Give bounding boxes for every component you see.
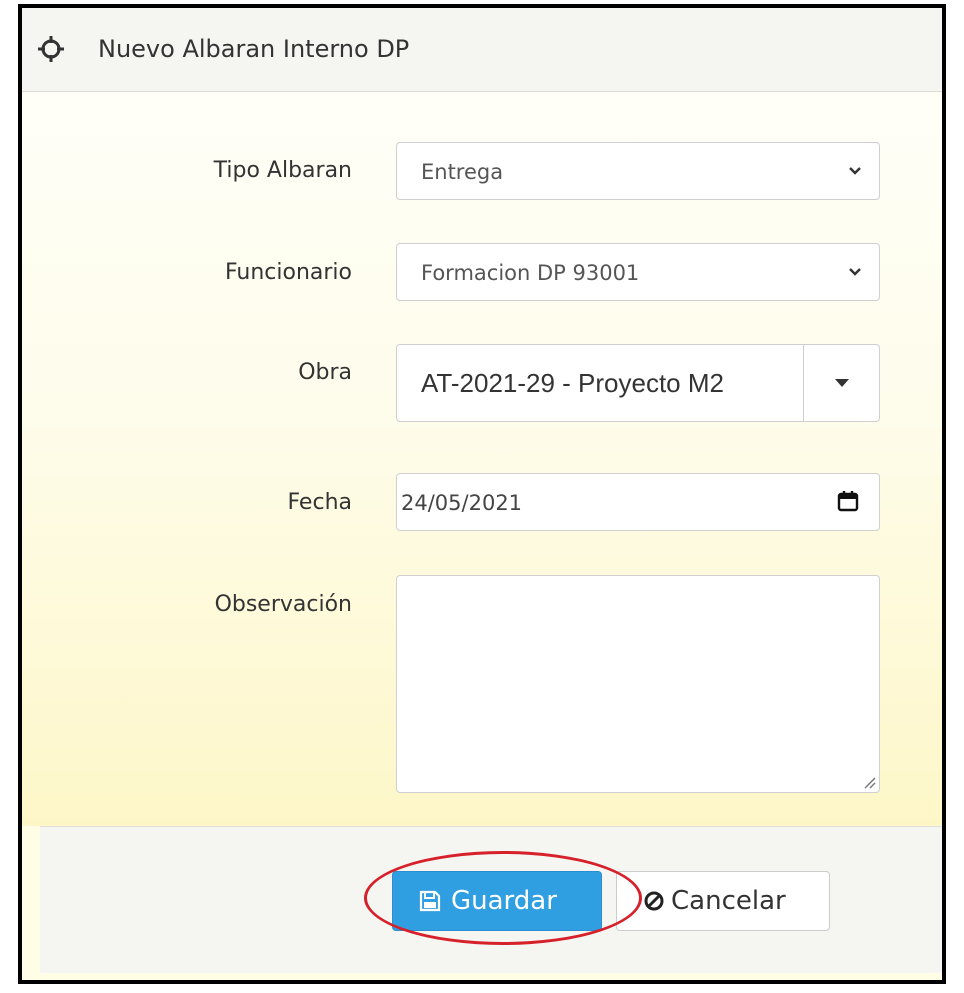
cancel-label: Cancelar bbox=[671, 886, 786, 916]
tipo-albaran-select[interactable]: Entrega bbox=[396, 142, 880, 200]
dialog-footer: Guardar Cancelar bbox=[40, 826, 942, 973]
fecha-value: 24/05/2021 bbox=[401, 491, 523, 515]
crosshairs-icon bbox=[38, 36, 64, 62]
caret-down-icon[interactable] bbox=[835, 379, 849, 387]
calendar-icon[interactable] bbox=[837, 490, 859, 512]
cancel-button[interactable]: Cancelar bbox=[616, 871, 830, 931]
resize-grip-icon[interactable] bbox=[862, 775, 876, 789]
dialog-header: Nuevo Albaran Interno DP bbox=[22, 8, 942, 92]
observacion-label: Observación bbox=[214, 592, 352, 617]
fecha-date-input[interactable]: 24/05/2021 bbox=[396, 473, 880, 531]
chevron-down-icon bbox=[849, 268, 861, 276]
funcionario-value: Formacion DP 93001 bbox=[421, 261, 640, 285]
tipo-albaran-value: Entrega bbox=[421, 160, 504, 184]
ban-icon bbox=[644, 891, 664, 911]
obra-divider bbox=[803, 345, 804, 421]
observacion-textarea[interactable] bbox=[396, 575, 880, 793]
tipo-albaran-label: Tipo Albaran bbox=[213, 158, 352, 183]
save-label: Guardar bbox=[451, 886, 557, 916]
obra-dropdown[interactable]: AT-2021-29 - Proyecto M2 bbox=[396, 344, 880, 422]
dialog-window: Nuevo Albaran Interno DP Tipo Albaran En… bbox=[18, 4, 946, 984]
form-body: Tipo Albaran Entrega Funcionario Formaci… bbox=[22, 92, 942, 826]
fecha-label: Fecha bbox=[287, 490, 352, 515]
chevron-down-icon bbox=[849, 167, 861, 175]
obra-value: AT-2021-29 - Proyecto M2 bbox=[421, 368, 724, 398]
funcionario-label: Funcionario bbox=[224, 260, 352, 285]
save-button[interactable]: Guardar bbox=[392, 871, 602, 931]
floppy-disk-icon bbox=[419, 890, 441, 912]
funcionario-select[interactable]: Formacion DP 93001 bbox=[396, 243, 880, 301]
dialog-title: Nuevo Albaran Interno DP bbox=[98, 35, 410, 63]
obra-label: Obra bbox=[298, 360, 352, 385]
